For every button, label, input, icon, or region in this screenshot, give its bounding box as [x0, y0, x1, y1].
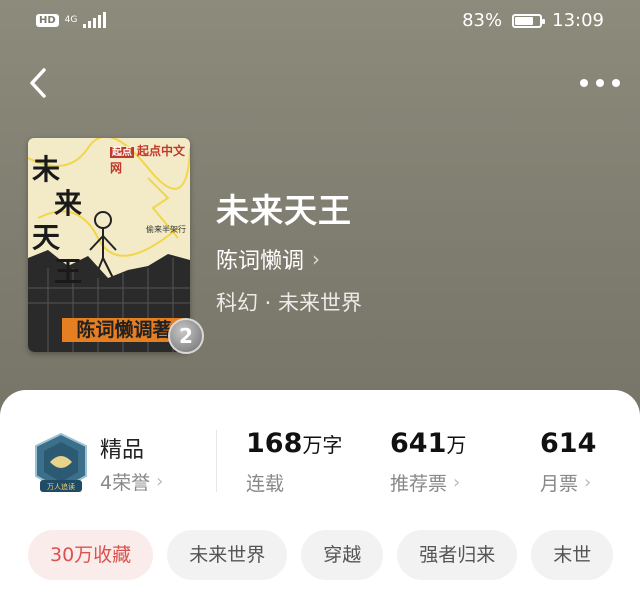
tag-item[interactable]: 穿越 [301, 530, 384, 580]
chevron-left-icon [30, 68, 46, 98]
book-genre: 科幻 · 未来世界 [216, 291, 363, 315]
recommend-unit: 万 [446, 433, 467, 457]
chevron-right-icon: › [453, 472, 461, 493]
tag-collections[interactable]: 30万收藏 [28, 530, 154, 580]
network-indicator: 4G [64, 14, 78, 25]
status-right: 83% 13:09 [462, 10, 604, 31]
battery-icon [512, 13, 546, 28]
stats-divider [216, 430, 217, 492]
back-button[interactable] [26, 66, 52, 100]
serial-status: 连载 [246, 469, 284, 496]
cover-number-badge: 2 [168, 318, 204, 354]
word-count-unit: 万字 [302, 433, 343, 457]
word-count-number: 168 [246, 428, 303, 459]
tag-item[interactable]: 强者归来 [397, 530, 518, 580]
honor-count: 4荣誉 [100, 472, 151, 494]
cover-title-char: 王 [54, 255, 83, 288]
serial-status-label: 连载 [246, 473, 285, 495]
hd-badge: HD [36, 13, 59, 27]
author-link[interactable]: 陈词懒调 › [216, 243, 320, 275]
more-dot [612, 79, 620, 87]
battery-percent: 83% [462, 10, 503, 31]
tag-list: 30万收藏 未来世界 穿越 强者归来 末世 [28, 530, 614, 580]
more-dot [580, 79, 588, 87]
author-name: 陈词懒调 [216, 249, 305, 274]
book-cover[interactable]: 起点 起点中文网 未 来 天 王 偷来半架行 陈词懒调著 [28, 138, 190, 352]
monthly-ticket-label: 月票 [540, 473, 579, 495]
cover-logo-badge: 起点 [110, 147, 134, 158]
tag-item[interactable]: 未来世界 [167, 530, 288, 580]
more-dot [596, 79, 604, 87]
cover-sub-text: 偷来半架行 [146, 225, 186, 234]
chevron-right-icon: › [312, 247, 321, 271]
status-left: HD 4G [36, 12, 107, 28]
chevron-right-icon: › [584, 472, 592, 493]
battery-level [515, 16, 534, 25]
honor-badge-icon: 万人追读 [35, 432, 87, 492]
honor-badge-caption: 万人追读 [47, 482, 75, 491]
recommend-number: 641 [390, 428, 447, 459]
word-count-value: 168万字 [246, 428, 342, 459]
honor-link[interactable]: 4荣誉 › [100, 468, 163, 495]
chevron-right-icon: › [156, 471, 164, 492]
monthly-ticket-value: 614 [540, 428, 596, 459]
clock: 13:09 [552, 10, 604, 31]
status-bar: HD 4G 83% 13:09 [0, 0, 640, 44]
recommend-label: 推荐票 [390, 473, 448, 495]
monthly-ticket-link[interactable]: 月票 › [540, 469, 591, 496]
more-button[interactable] [580, 70, 620, 96]
book-title: 未来天王 [216, 191, 352, 230]
recommend-link[interactable]: 推荐票 › [390, 469, 460, 496]
recommend-value: 641万 [390, 428, 466, 459]
honor-title: 精品 [100, 438, 145, 463]
tag-item[interactable]: 末世 [531, 530, 614, 580]
cover-publisher-logo: 起点 起点中文网 [110, 142, 190, 176]
monthly-ticket-number: 614 [540, 428, 597, 459]
network-label: 4G [64, 14, 78, 25]
signal-icon [83, 12, 107, 28]
